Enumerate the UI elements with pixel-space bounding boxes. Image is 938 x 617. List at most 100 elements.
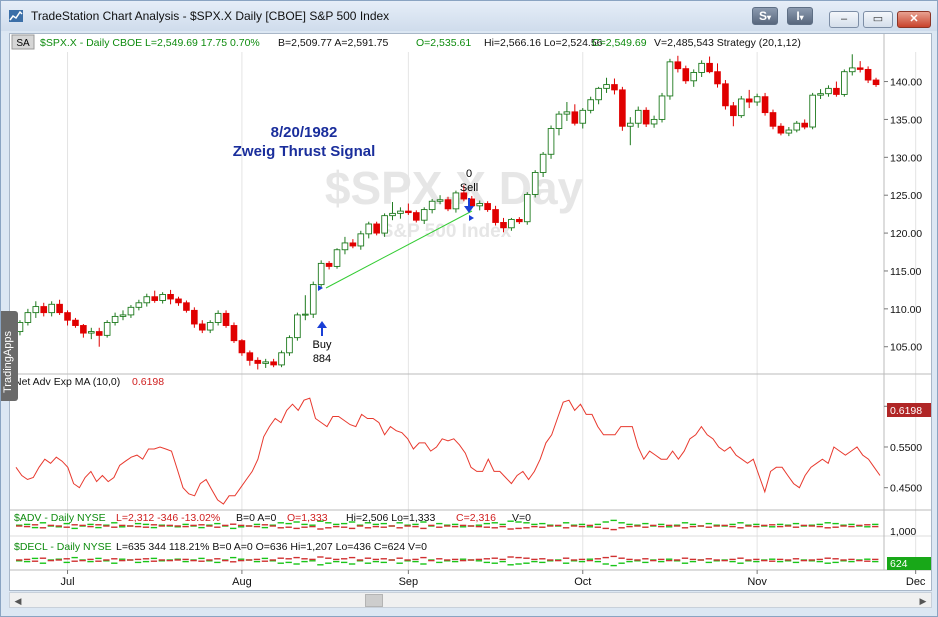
price-hi-lo: Hi=2,566.16 Lo=2,524.56 (484, 37, 603, 49)
time-label-aug: Aug (232, 576, 252, 588)
decl-label: $DECL - Daily NYSE (14, 541, 112, 553)
candle (634, 106, 642, 128)
candle (32, 301, 40, 318)
candle (848, 54, 856, 76)
price-volume-strategy: V=2,485,543 Strategy (20,1,12) (654, 37, 801, 49)
candle (127, 305, 135, 318)
candle (294, 312, 301, 341)
price-axis-label: 115.00 (890, 266, 921, 278)
candle (278, 350, 285, 368)
candle (666, 58, 674, 100)
candle (722, 80, 729, 110)
candle (555, 111, 563, 136)
candle (56, 299, 63, 315)
candle (619, 86, 626, 131)
candle (302, 295, 309, 321)
price-axis: 140.00 135.00 130.00 125.00 120.00 115.00 110.… (884, 77, 922, 354)
candle (627, 117, 634, 146)
adv-close: C=2,316 (456, 512, 496, 524)
title-bar[interactable]: TradeStation Chart Analysis - $SPX.X Dai… (1, 1, 937, 31)
trading-apps-label: TradingApps (2, 331, 14, 393)
price-close: C=2,549.69 (592, 37, 647, 49)
indicator-menu-button[interactable]: I▾ (787, 7, 813, 25)
candle (72, 317, 79, 328)
candle (785, 127, 793, 137)
candle (864, 66, 872, 84)
candle (357, 230, 365, 250)
candle (167, 289, 174, 305)
close-icon: ✕ (909, 13, 919, 25)
candle (365, 221, 373, 239)
candle (111, 312, 119, 326)
price-axis-label: 140.00 (890, 77, 922, 89)
trading-apps-tab[interactable]: TradingApps (1, 311, 18, 401)
time-label-sep: Sep (399, 576, 419, 588)
candle (262, 358, 269, 368)
candle (737, 95, 745, 118)
decl-stats: L=635 344 118.21% B=0 A=0 O=636 Hi=1,207… (116, 541, 427, 553)
time-label-nov: Nov (747, 576, 767, 588)
candle (872, 77, 880, 87)
time-axis: Jul Aug Sep Oct Nov Dec (60, 570, 926, 588)
candle (103, 320, 111, 338)
candle (48, 301, 55, 317)
candle (714, 63, 721, 88)
scroll-thumb[interactable] (365, 594, 383, 607)
candle (309, 281, 317, 318)
candle (317, 260, 325, 288)
candle (523, 192, 531, 225)
styles-menu-button[interactable]: S▾ (752, 7, 778, 25)
horizontal-scrollbar[interactable]: ◀ ▶ (9, 592, 932, 608)
restore-button[interactable]: ▭ (863, 11, 893, 28)
candle (381, 213, 388, 237)
candle (745, 89, 753, 109)
chart-canvas[interactable]: $SPX.X Day S&P 500 Index Buy 884 0 Sell … (10, 34, 932, 591)
candle (674, 55, 682, 73)
chevron-down-icon: ▾ (799, 13, 804, 22)
candle (175, 296, 182, 306)
candle (64, 310, 71, 326)
candle (238, 339, 246, 356)
sa-badge-label: SA (16, 38, 30, 49)
candle (80, 323, 87, 338)
adv-stats: L=2,312 -346 -13.02% (116, 512, 220, 524)
candle (579, 108, 587, 129)
candle (777, 123, 785, 136)
adv-scale: 1,000 (890, 526, 916, 538)
candle (833, 81, 840, 97)
price-symbol-line: $SPX.X - Daily CBOE L=2,549.69 17.75 0.7… (40, 37, 260, 49)
minimize-button[interactable]: – (829, 11, 859, 28)
candle (571, 104, 579, 126)
chart-area[interactable]: $SPX.X Day S&P 500 Index Buy 884 0 Sell … (9, 33, 932, 591)
price-axis-label: 135.00 (890, 114, 922, 126)
candle (135, 299, 143, 311)
candle (801, 119, 809, 130)
candle (682, 65, 690, 84)
indicator-axis-label: 0.5500 (890, 442, 922, 454)
scroll-right-icon[interactable]: ▶ (917, 595, 929, 607)
candle (119, 310, 127, 321)
candle (793, 120, 801, 133)
candle (206, 320, 214, 334)
indicator-axis-label: 0.4500 (890, 483, 922, 495)
close-button[interactable]: ✕ (897, 11, 931, 28)
candle (270, 358, 277, 368)
scroll-left-icon[interactable]: ◀ (12, 595, 24, 607)
price-axis-label: 120.00 (890, 228, 922, 240)
candle (151, 290, 159, 303)
annotation-date: 8/20/1982 (271, 124, 338, 141)
candle (650, 115, 658, 128)
time-label-oct: Oct (574, 576, 591, 588)
candle (246, 350, 254, 366)
buy-arrow-icon (317, 321, 327, 336)
candle (809, 92, 816, 130)
candle (286, 335, 293, 356)
adv-hi-lo: Hi=2,506 Lo=1,333 (346, 512, 435, 524)
candle (825, 85, 832, 97)
chevron-down-icon: ▾ (767, 13, 772, 22)
candle (706, 56, 713, 74)
candle (690, 69, 698, 87)
candle (40, 302, 48, 317)
candle (761, 92, 769, 116)
candle (333, 248, 341, 269)
